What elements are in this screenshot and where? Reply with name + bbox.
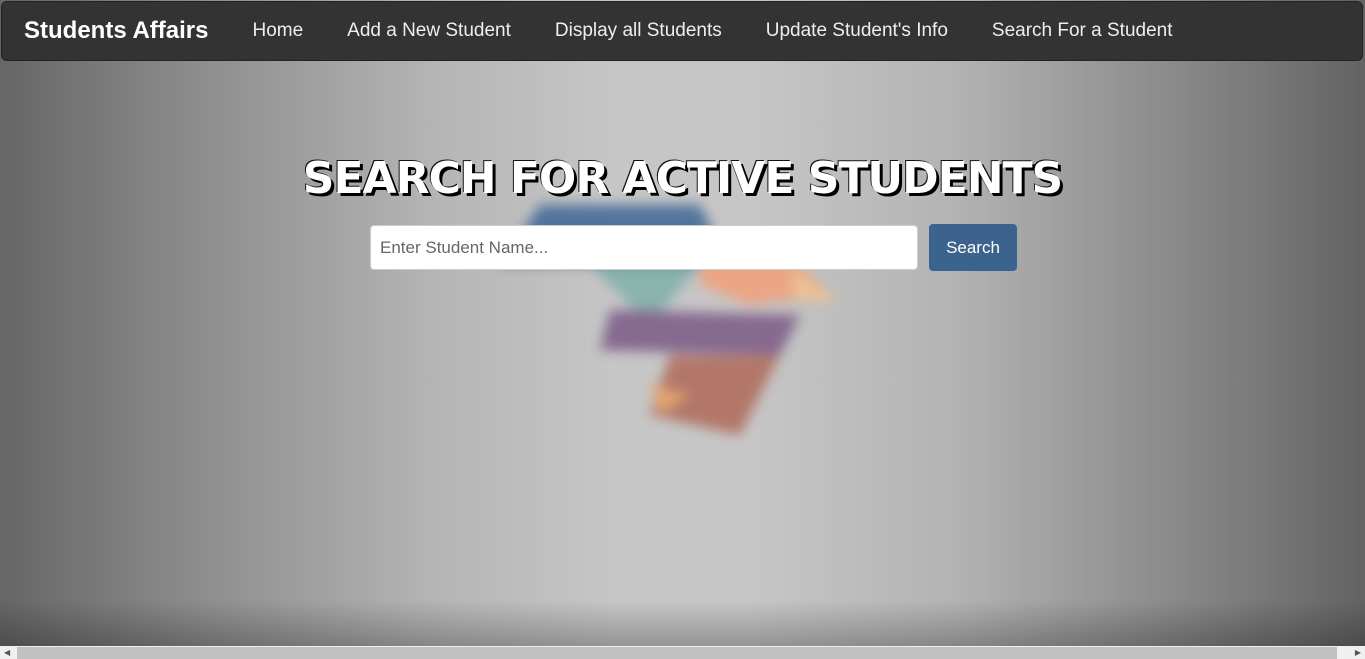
search-form: Search: [370, 224, 1017, 271]
search-button[interactable]: Search: [929, 224, 1017, 271]
scroll-right-icon[interactable]: ▶: [1355, 648, 1361, 657]
student-name-input[interactable]: [370, 225, 918, 270]
nav-update-student[interactable]: Update Student's Info: [744, 20, 970, 42]
nav-add-student[interactable]: Add a New Student: [325, 20, 533, 42]
scrollbar-thumb[interactable]: [17, 647, 1337, 659]
nav-search-student[interactable]: Search For a Student: [970, 20, 1195, 42]
nav-display-students[interactable]: Display all Students: [533, 20, 744, 42]
background-shade: [0, 600, 1365, 646]
scroll-left-icon[interactable]: ◀: [4, 648, 10, 657]
navbar: Students Affairs Home Add a New Student …: [1, 1, 1363, 61]
brand[interactable]: Students Affairs: [24, 17, 208, 45]
page-title: SEARCH FOR ACTIVE STUDENTS: [302, 153, 1063, 204]
horizontal-scrollbar[interactable]: ◀ ▶: [0, 646, 1365, 659]
nav-home[interactable]: Home: [230, 20, 325, 42]
